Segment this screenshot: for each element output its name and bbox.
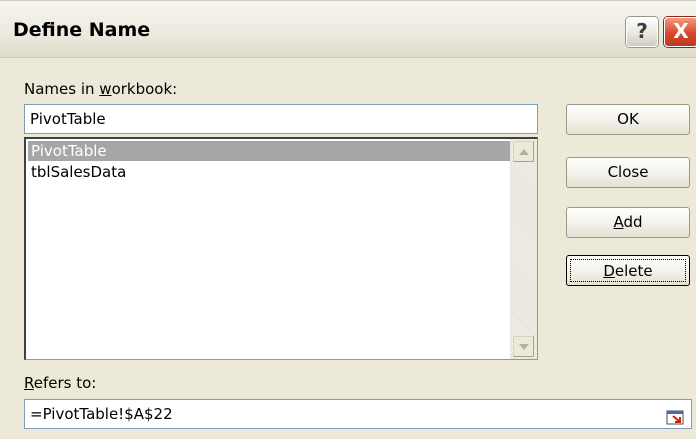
- listbox-scrollbar[interactable]: [510, 139, 537, 359]
- names-listbox[interactable]: PivotTable tblSalesData: [24, 137, 538, 360]
- close-button[interactable]: Close: [566, 157, 690, 188]
- refers-to-label: Refers to:: [24, 374, 97, 392]
- chevron-down-icon: [519, 344, 529, 350]
- close-icon: X: [673, 19, 689, 43]
- delete-button[interactable]: Delete: [566, 255, 690, 286]
- add-button[interactable]: Add: [566, 207, 690, 238]
- collapse-dialog-icon[interactable]: [665, 407, 685, 427]
- refers-to-input[interactable]: =PivotTable!$A$22: [24, 399, 692, 429]
- ok-button[interactable]: OK: [566, 104, 690, 135]
- names-in-workbook-label: Names in workbook:: [24, 80, 178, 98]
- list-item-tblsalesdata[interactable]: tblSalesData: [28, 162, 126, 182]
- scroll-down-button[interactable]: [513, 336, 534, 357]
- title-bar: Define Name ? X: [0, 0, 696, 58]
- help-icon: ?: [636, 19, 648, 43]
- delete-button-label: Delete: [570, 259, 686, 282]
- list-item-pivottable[interactable]: PivotTable: [28, 141, 513, 161]
- dialog-title: Define Name: [13, 19, 151, 41]
- close-window-button[interactable]: X: [664, 17, 696, 47]
- refers-to-value: =PivotTable!$A$22: [30, 405, 173, 423]
- name-input[interactable]: PivotTable: [24, 104, 538, 134]
- scroll-up-button[interactable]: [513, 141, 534, 162]
- chevron-up-icon: [519, 149, 529, 155]
- help-button[interactable]: ?: [626, 17, 658, 47]
